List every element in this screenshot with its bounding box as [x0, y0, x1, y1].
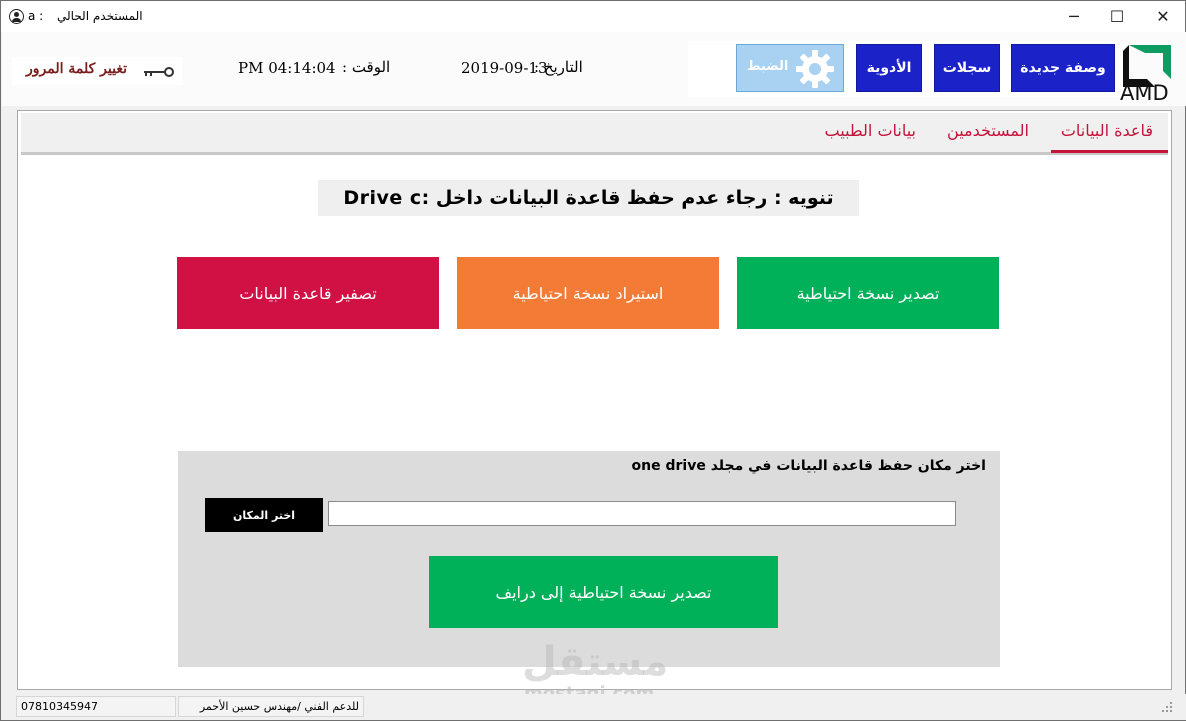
time-label: الوقت :: [342, 58, 391, 76]
minimize-button[interactable]: ─: [1051, 1, 1097, 32]
current-user-value: a :: [28, 9, 44, 23]
tab-database[interactable]: قاعدة البيانات: [1061, 121, 1153, 140]
notice-banner: تنويه : رجاء عدم حفظ قاعدة البيانات داخل…: [318, 180, 859, 216]
onedrive-section: اختر مكان حفظ قاعدة البيانات في مجلد one…: [178, 451, 1000, 667]
change-password-link[interactable]: تغيير كلمة المرور: [12, 57, 182, 85]
key-icon: [144, 67, 174, 77]
date-label: التاريخ :: [534, 58, 583, 76]
change-password-label: تغيير كلمة المرور: [26, 61, 127, 77]
reset-database-button[interactable]: تصفير قاعدة البيانات: [177, 257, 439, 329]
amd-logo-text: AMD: [1120, 81, 1169, 105]
tab-users[interactable]: المستخدمين: [947, 121, 1029, 140]
path-input[interactable]: [328, 501, 956, 526]
app-window: a : المستخدم الحالي ─ ☐ ✕ تغيير كلمة الم…: [0, 0, 1186, 721]
import-backup-button[interactable]: استيراد نسخة احتياطية: [457, 257, 719, 329]
medicines-button[interactable]: الأدوية: [856, 44, 922, 92]
gear-icon: [796, 50, 834, 88]
maximize-button[interactable]: ☐: [1094, 1, 1140, 32]
settings-label: الضبط: [747, 59, 789, 74]
main-panel: قاعدة البيانات المستخدمين بيانات الطبيب …: [17, 110, 1172, 690]
header-bar: تغيير كلمة المرور PM 04:14:04 الوقت : 20…: [2, 32, 1186, 106]
active-tab-indicator: [1051, 150, 1168, 153]
time-value: PM 04:14:04: [238, 59, 336, 77]
current-user-label: المستخدم الحالي: [57, 9, 143, 23]
new-prescription-button[interactable]: وصفة جديدة: [1011, 44, 1115, 92]
tab-doctor-info[interactable]: بيانات الطبيب: [825, 121, 916, 140]
onedrive-title: اختر مكان حفظ قاعدة البيانات في مجلد one…: [631, 458, 986, 474]
settings-button[interactable]: الضبط: [736, 44, 844, 92]
resize-grip-icon[interactable]: [1162, 702, 1172, 712]
records-button[interactable]: سجلات: [934, 44, 1000, 92]
export-backup-button[interactable]: تصدير نسخة احتياطية: [737, 257, 999, 329]
status-bar: 07810345947 للدعم الفني /مهندس حسين الأح…: [2, 694, 1186, 720]
title-bar: a : المستخدم الحالي ─ ☐ ✕: [1, 1, 1185, 32]
status-phone: 07810345947: [16, 696, 176, 717]
status-support: للدعم الفني /مهندس حسين الأحمر: [178, 696, 364, 717]
user-circle-icon: [9, 9, 24, 24]
choose-location-button[interactable]: اختر المكان: [205, 498, 323, 532]
close-button[interactable]: ✕: [1140, 1, 1186, 32]
export-to-drive-button[interactable]: تصدير نسخة احتياطية إلى درايف: [429, 556, 778, 628]
